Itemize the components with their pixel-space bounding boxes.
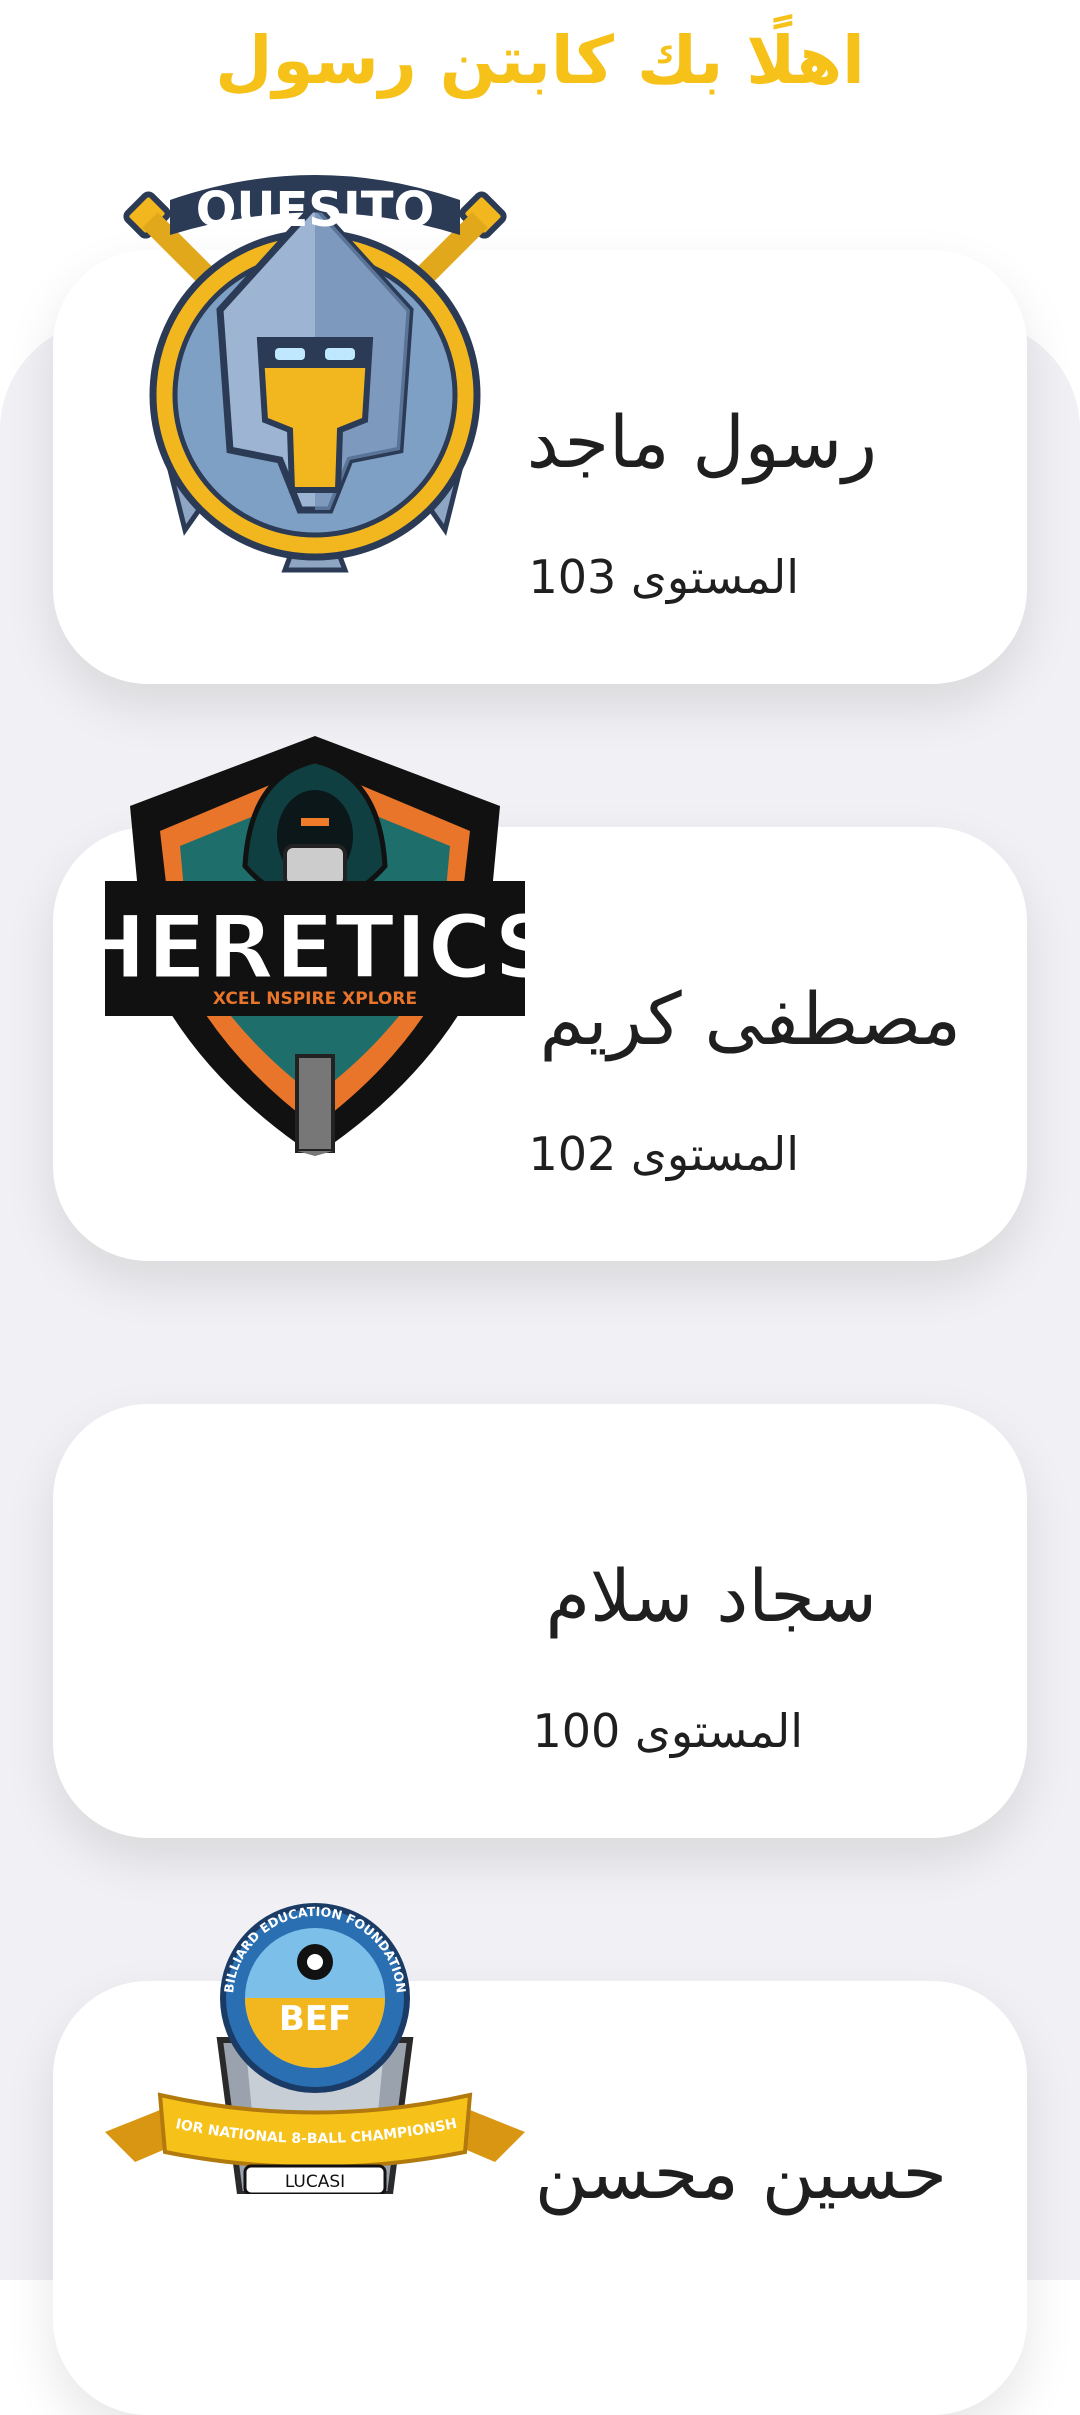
greeting-title: اهلًا بك كابتن رسول [215,22,865,99]
player-level: المستوى 103 [528,550,799,604]
bef-sponsor-text: LUCASI [285,2172,345,2192]
quesito-knight-logo: QUESITO [123,175,507,573]
player-name: رسول ماجد [526,400,877,484]
player-name: مصطفى كريم [539,977,961,1061]
heretics-hooded-logo: HERETICS XCEL NSPIRE XPLORE [105,736,525,1156]
player-card[interactable]: سجاد سلام المستوى 100 [53,1404,1027,1838]
player-level: المستوى 100 [532,1704,803,1758]
player-name: سجاد سلام [545,1554,877,1638]
bef-logo-text: BEF [279,1999,351,2039]
bef-billiards-logo: BEF BILLIARD EDUCATION FOUNDATION JUNIOR… [105,1890,525,2194]
player-level: المستوى 102 [528,1127,799,1181]
heretics-logo-text: HERETICS [105,896,525,999]
quesito-logo-text: QUESITO [196,182,435,238]
heretics-logo-subtext: XCEL NSPIRE XPLORE [213,989,417,1009]
player-name: حسين محسن [534,2131,947,2215]
